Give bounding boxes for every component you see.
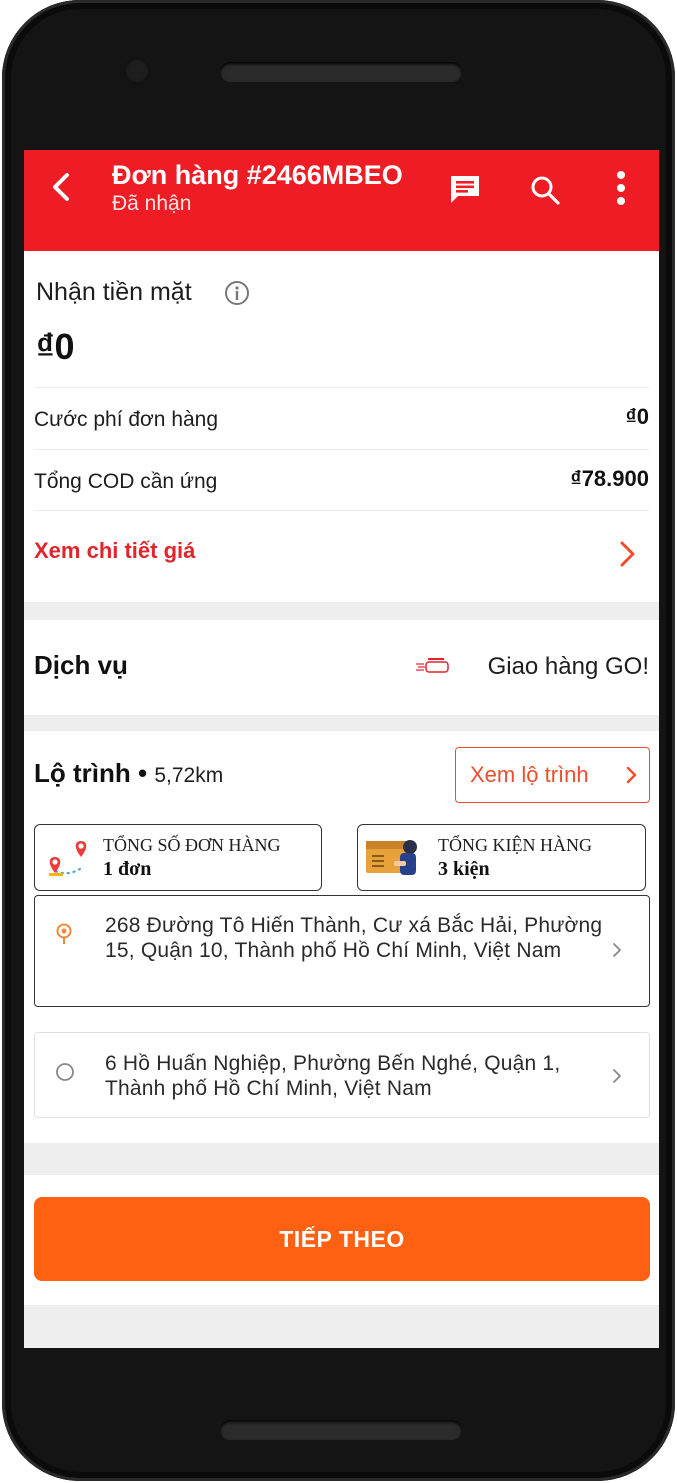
cod-total-label: Tổng COD cần ứng [34, 470, 218, 493]
divider [34, 449, 649, 450]
bottom-gap [24, 1305, 659, 1348]
package-courier-icon [366, 840, 417, 875]
app-bar: Đơn hàng #2466MBEO Đã nhận [24, 150, 659, 251]
earpiece-speaker [220, 62, 462, 82]
chat-icon[interactable] [449, 174, 481, 204]
chevron-right-icon[interactable] [618, 540, 638, 568]
cash-amount: ₫0 [36, 326, 75, 367]
chevron-right-icon [613, 1069, 621, 1083]
order-fee-value: ₫0 [625, 404, 649, 429]
bottom-speaker [220, 1420, 462, 1440]
route-map-icon [49, 841, 87, 876]
pickup-stop-card[interactable]: 268 Đường Tô Hiến Thành, Cư xá Bắc Hải, … [34, 895, 650, 1007]
front-camera [124, 58, 150, 84]
route-heading: Lộ trình • 5,72km [34, 758, 223, 789]
dropoff-circle-icon [56, 1063, 74, 1081]
price-details-link[interactable]: Xem chi tiết giá [34, 538, 195, 564]
service-value: Giao hàng GO! [487, 653, 649, 680]
chevron-right-icon [626, 766, 637, 784]
dropoff-stop-card[interactable]: 6 Hồ Huấn Nghiệp, Phường Bến Nghé, Quận … [34, 1032, 650, 1118]
total-packages-title: TỔNG KIỆN HÀNG [438, 835, 592, 855]
next-button[interactable]: TIẾP THEO [34, 1197, 650, 1281]
route-distance: 5,72km [154, 764, 224, 787]
view-route-button[interactable]: Xem lộ trình [455, 747, 650, 803]
app-screen: Đơn hàng #2466MBEO Đã nhận Nhận tiền mặt [24, 150, 659, 1348]
pickup-address: 268 Đường Tô Hiến Thành, Cư xá Bắc Hải, … [105, 914, 603, 962]
search-icon[interactable] [529, 174, 561, 206]
delivery-service-logo-icon [416, 658, 449, 673]
info-icon[interactable] [224, 280, 250, 306]
dropoff-address: 6 Hồ Huấn Nghiệp, Phường Bến Nghé, Quận … [105, 1052, 561, 1100]
view-route-label: Xem lộ trình [470, 762, 589, 787]
cash-label: Nhận tiền mặt [36, 278, 192, 306]
total-orders-value: 1 đơn [103, 858, 152, 880]
pickup-pin-icon [56, 923, 72, 944]
more-vertical-icon[interactable] [614, 170, 628, 206]
order-fee-label: Cước phí đơn hàng [34, 408, 219, 431]
divider [34, 387, 649, 388]
section-gap [24, 1143, 659, 1175]
service-label: Dịch vụ [34, 650, 128, 680]
route-separator: • [138, 758, 148, 788]
order-status: Đã nhận [112, 192, 192, 215]
divider [34, 510, 649, 511]
back-arrow-icon[interactable] [48, 172, 74, 202]
order-title: Đơn hàng #2466MBEO [112, 160, 403, 190]
section-gap [24, 602, 659, 620]
chevron-right-icon [613, 943, 621, 957]
total-orders-card: TỔNG SỐ ĐƠN HÀNG 1 đơn [34, 824, 322, 891]
section-gap [24, 715, 659, 731]
cod-total-value: ₫78.900 [570, 466, 649, 491]
total-packages-card: TỔNG KIỆN HÀNG 3 kiện [357, 824, 646, 891]
route-label: Lộ trình [34, 758, 131, 788]
total-orders-title: TỔNG SỐ ĐƠN HÀNG [103, 835, 281, 855]
phone-frame: Đơn hàng #2466MBEO Đã nhận Nhận tiền mặt [2, 0, 675, 1481]
total-packages-value: 3 kiện [438, 858, 490, 880]
